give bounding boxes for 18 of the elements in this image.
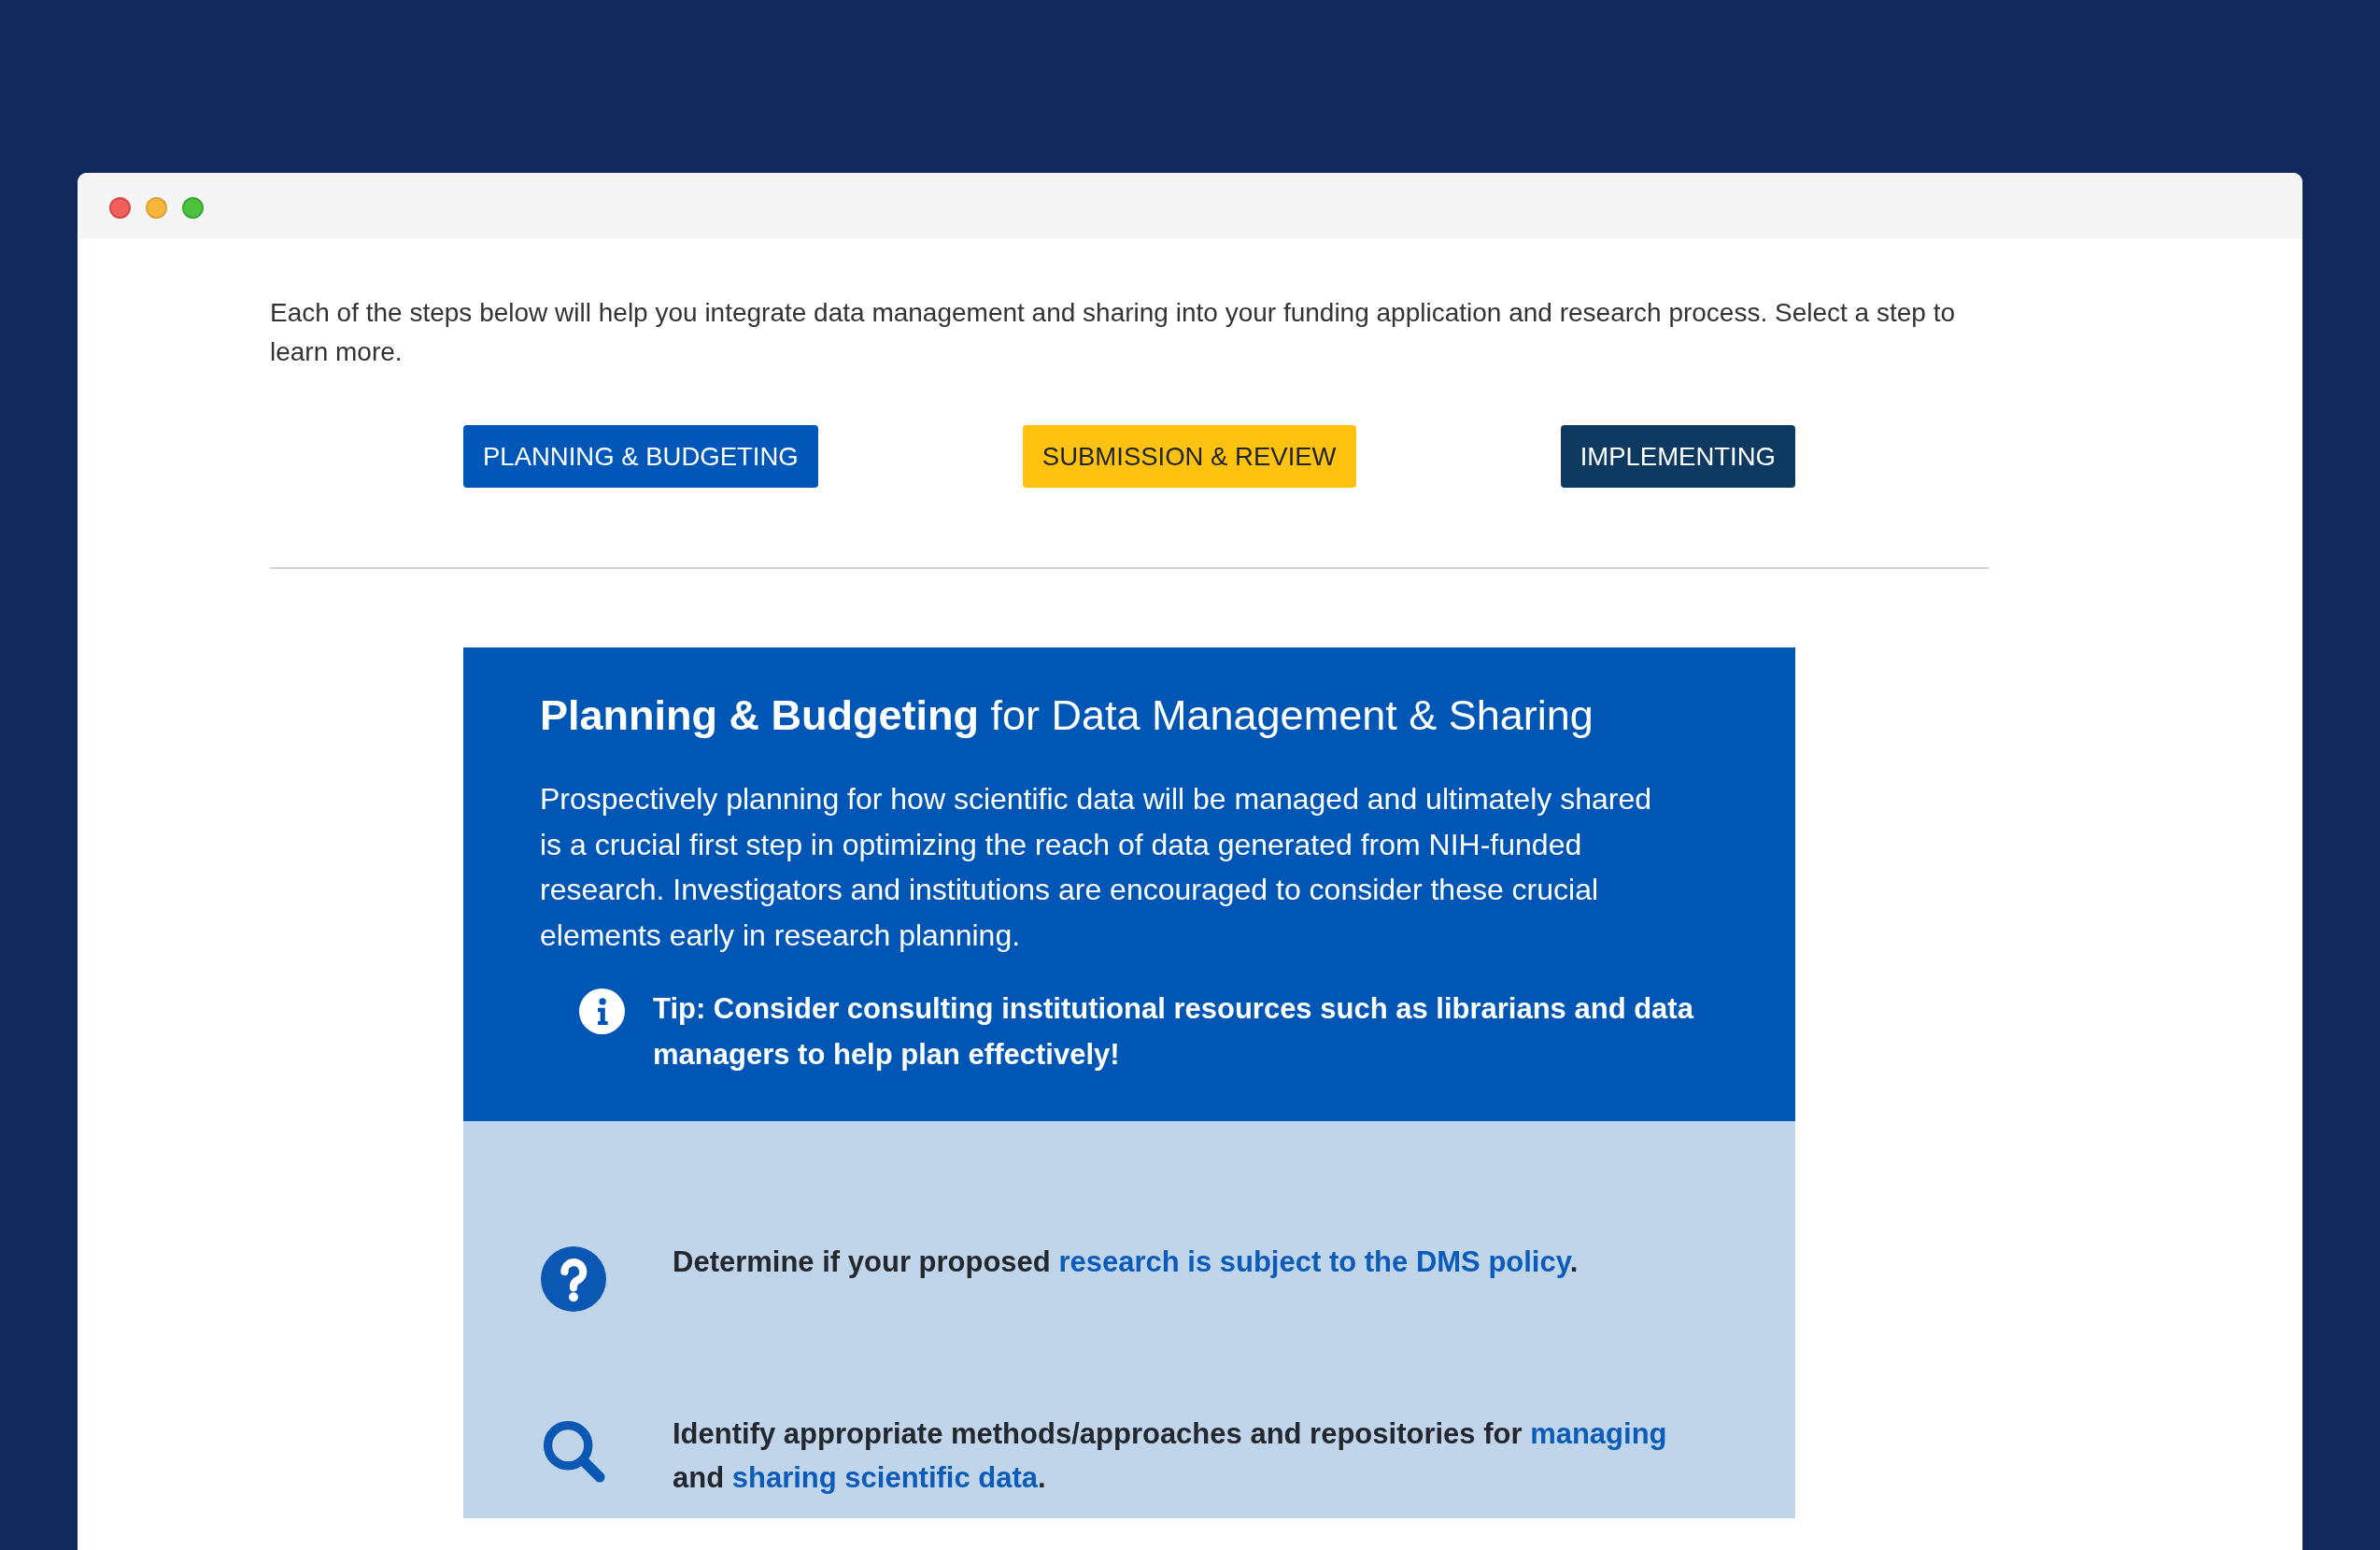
info-icon	[579, 988, 625, 1034]
text-link[interactable]: sharing scientific data	[731, 1461, 1039, 1494]
window-close-icon[interactable]	[109, 196, 131, 219]
panel-title: Planning & Budgeting for Data Management & Sharing	[540, 690, 1594, 741]
panel-description: Prospectively planning for how scientific data will be managed and ultimately shared is a crucial first step in optimizing the reach of data generated from NIH-funded research. Investigators and institutions are encouraged to consider these crucial elements early in research planning.	[540, 781, 1652, 954]
step-text: Identify appropriate methods/approaches and repositories for managing and sharing scientific data.	[673, 1416, 1668, 1496]
step-button[interactable]: PLANNING & BUDGETING	[463, 425, 818, 488]
tip-text: Tip: Consider consulting institutional resources such as librarians and data managers to help plan effectively!	[653, 991, 1695, 1073]
window-minimize-icon[interactable]	[146, 196, 167, 219]
search-icon	[541, 1418, 606, 1484]
text-link[interactable]: research is subject to the DMS policy	[1058, 1245, 1570, 1278]
step-button[interactable]: SUBMISSION & REVIEW	[1022, 425, 1356, 488]
window-maximize-icon[interactable]	[182, 196, 204, 219]
text-link[interactable]: managing	[1530, 1417, 1667, 1450]
step-button[interactable]: IMPLEMENTING	[1560, 425, 1795, 488]
intro-text: Each of the steps below will help you integrate data management and sharing into your funding application and research process. Select a step to learn more.	[270, 297, 1956, 368]
question-icon	[541, 1246, 606, 1312]
step-text: Determine if your proposed research is subject to the DMS policy.	[673, 1244, 1579, 1280]
